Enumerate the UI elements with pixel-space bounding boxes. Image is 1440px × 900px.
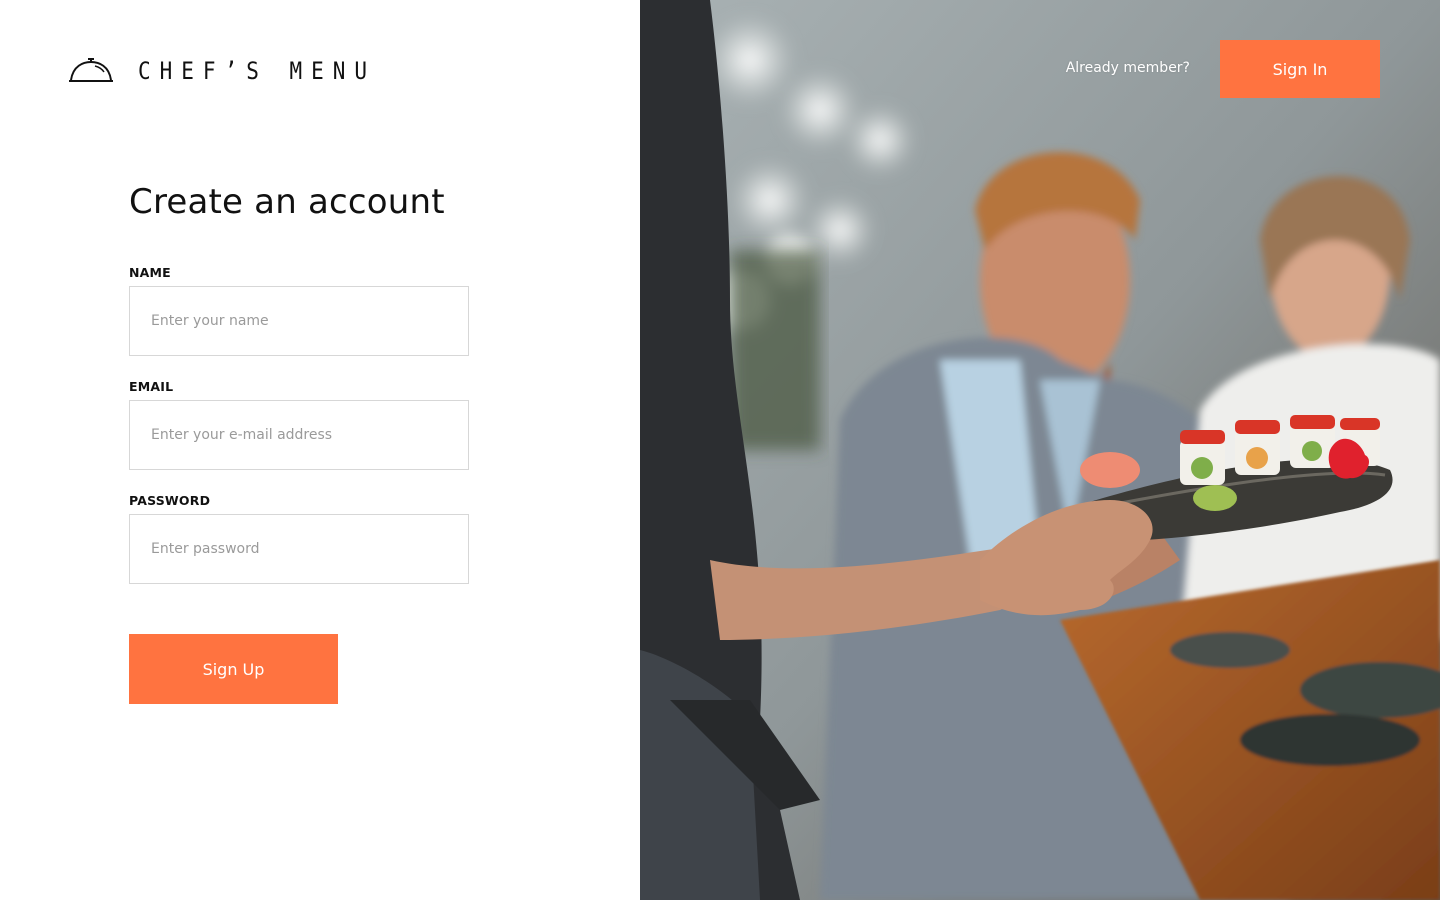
signup-page: CHEF’S MENU Create an account NAME EMAIL… — [0, 0, 1440, 900]
signin-button[interactable]: Sign In — [1220, 40, 1380, 98]
email-label: EMAIL — [129, 379, 174, 394]
restaurant-photo — [640, 0, 1440, 900]
brand-logo[interactable]: CHEF’S MENU — [68, 56, 376, 86]
name-input[interactable] — [129, 286, 469, 356]
password-input[interactable] — [129, 514, 469, 584]
brand-name: CHEF’S MENU — [138, 57, 377, 85]
name-label: NAME — [129, 265, 171, 280]
signup-button[interactable]: Sign Up — [129, 634, 338, 704]
already-member-text: Already member? — [1065, 60, 1190, 76]
page-title: Create an account — [129, 182, 445, 222]
cloche-icon — [69, 58, 113, 82]
password-label: PASSWORD — [129, 493, 211, 508]
signup-panel: CHEF’S MENU Create an account NAME EMAIL… — [0, 0, 640, 900]
hero-image: Already member? Sign In — [640, 0, 1440, 900]
email-input[interactable] — [129, 400, 469, 470]
